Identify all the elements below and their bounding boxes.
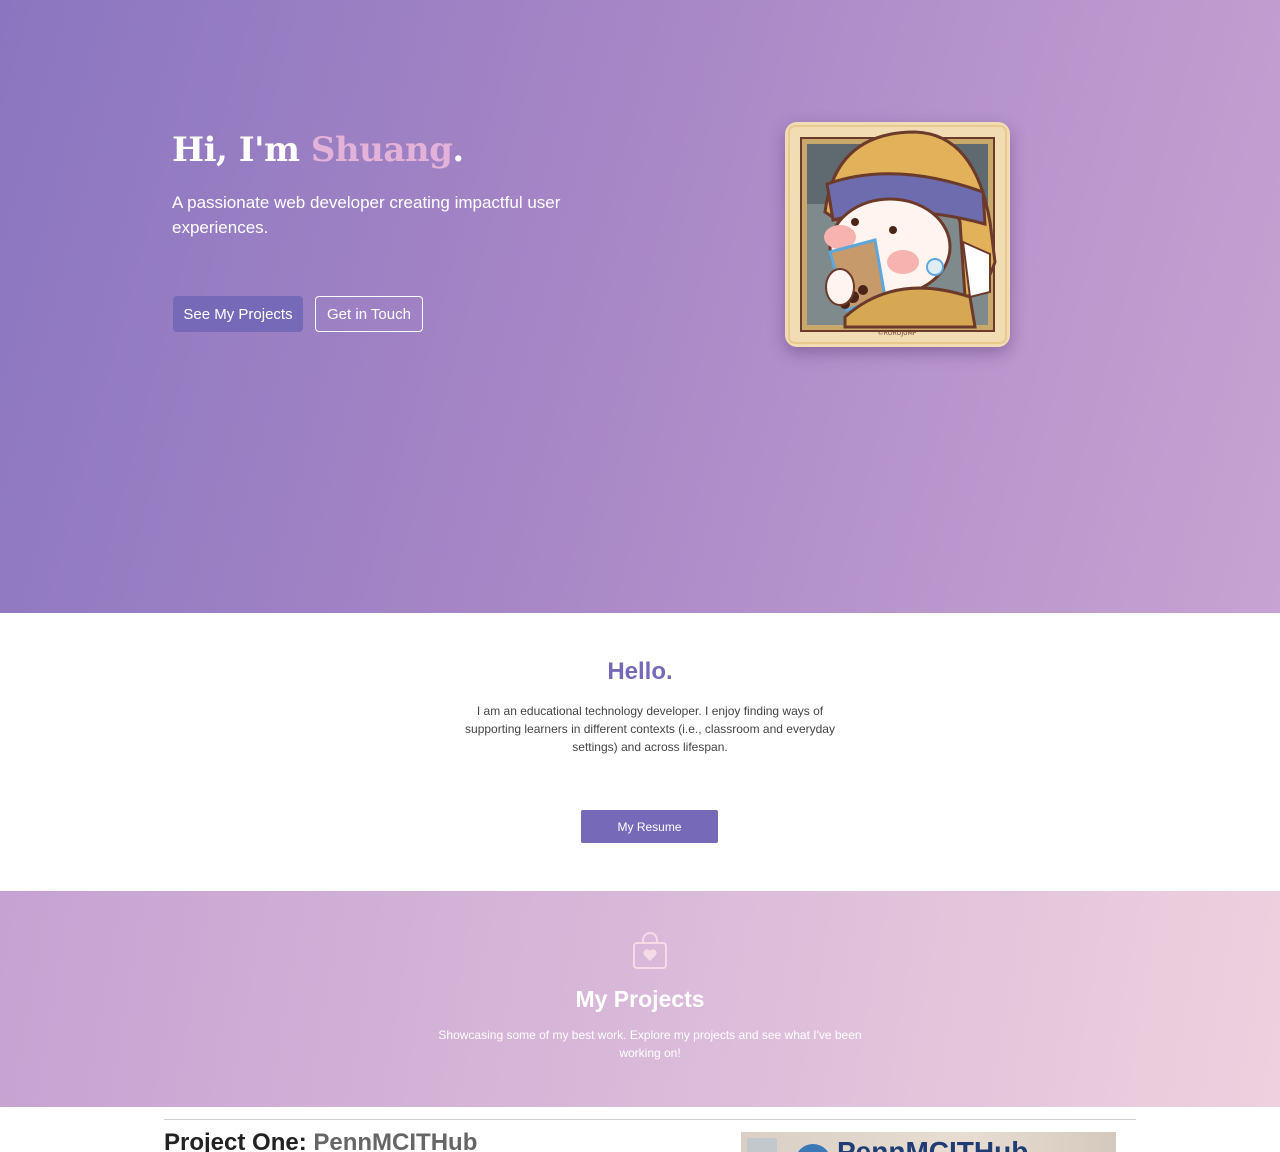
hero-subtitle: A passionate web developer creating impa…	[172, 193, 561, 237]
project-one-thumb-text: PennMCITHub	[837, 1136, 1029, 1152]
about-title: Hello.	[607, 658, 673, 685]
about-text: I am an educational technology developer…	[465, 704, 835, 754]
project-divider	[164, 1119, 1136, 1120]
hero-section: Hi, I'm Shuang. A passionate web develop…	[0, 0, 1280, 613]
hero-title: Hi, I'm Shuang.	[172, 130, 464, 170]
project-one-name: PennMCITHub	[313, 1129, 478, 1152]
resume-button[interactable]: My Resume	[581, 810, 718, 843]
avatar-caption: ©ROROJUMP	[878, 330, 917, 337]
shopping-bag-heart-icon	[633, 932, 667, 969]
avatar: ©ROROJUMP	[785, 122, 1010, 347]
project-one-heading: Project One: PennMCITHub	[164, 1129, 477, 1152]
get-in-touch-button[interactable]: Get in Touch	[315, 296, 423, 332]
project-one-thumbnail[interactable]: PennMCITHub	[741, 1132, 1116, 1152]
see-projects-button[interactable]: See My Projects	[173, 296, 303, 332]
avatar-illustration: ©ROROJUMP	[788, 125, 1007, 344]
hero-name: Shuang	[310, 130, 453, 170]
hero-period: .	[452, 130, 464, 170]
hero-greeting: Hi, I'm	[172, 130, 311, 170]
project-one-label: Project One:	[164, 1129, 314, 1152]
projects-title: My Projects	[575, 986, 705, 1012]
projects-subtitle: Showcasing some of my best work. Explore…	[438, 1028, 862, 1060]
